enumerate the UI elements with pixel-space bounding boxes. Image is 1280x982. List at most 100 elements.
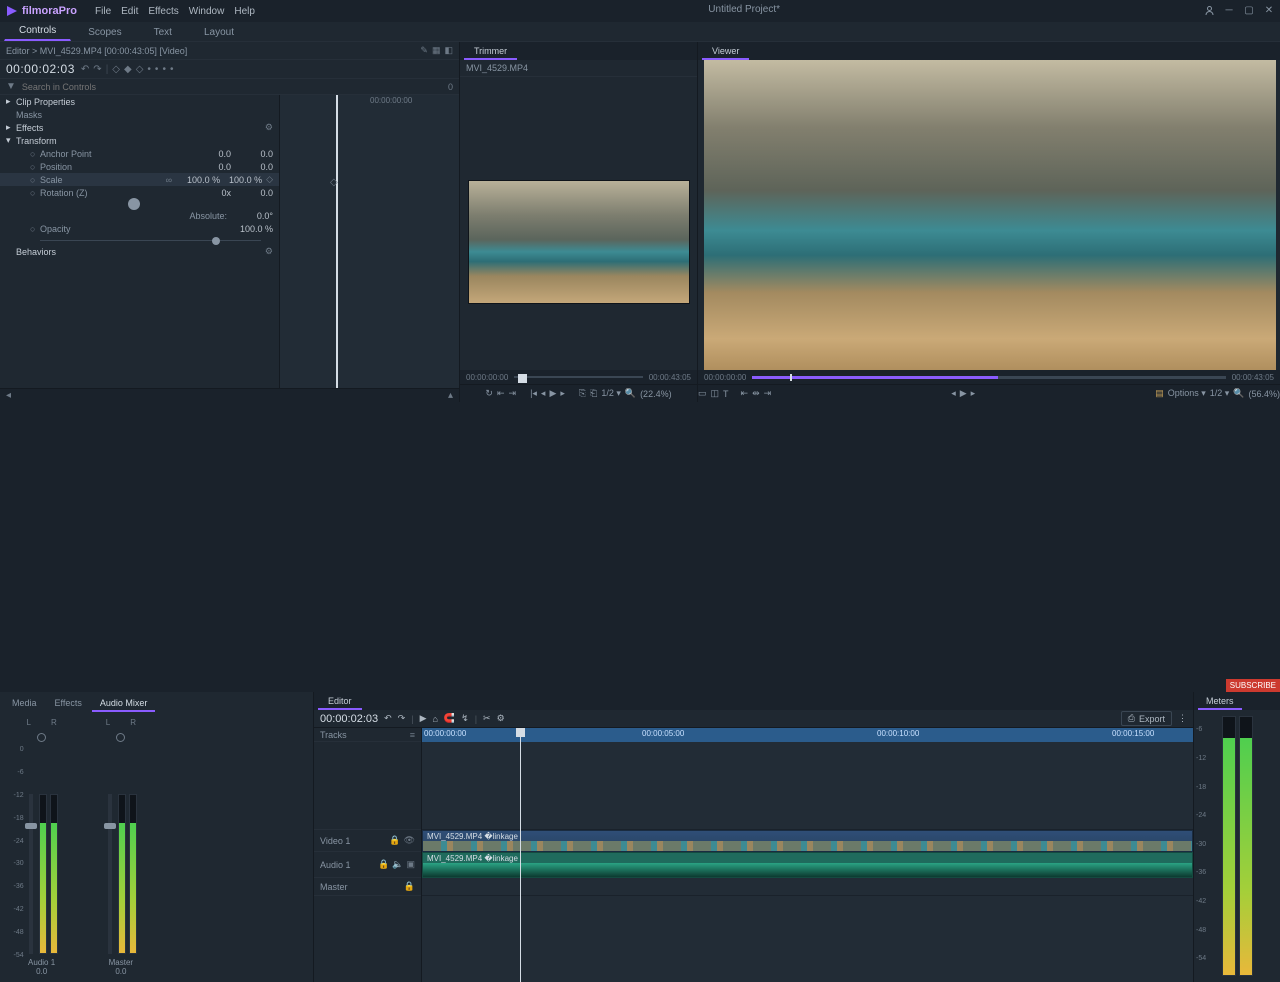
- kf-dot4-icon[interactable]: •: [170, 64, 174, 75]
- viewer-step-fwd-icon[interactable]: ▸: [971, 388, 976, 399]
- undo-icon[interactable]: ↶: [81, 64, 89, 75]
- editor-undo-icon[interactable]: ↶: [384, 713, 392, 724]
- kf-dot2-icon[interactable]: •: [155, 64, 159, 75]
- ch2-fader[interactable]: [108, 794, 112, 954]
- keyframe-playhead[interactable]: [336, 95, 338, 388]
- kf-next-icon[interactable]: ◇: [136, 64, 144, 75]
- link-icon[interactable]: ↯: [461, 713, 469, 724]
- filter-icon[interactable]: ▼: [6, 81, 16, 92]
- scale-kf-diamond-icon[interactable]: ◇: [266, 174, 273, 185]
- kf-dot3-icon[interactable]: •: [162, 64, 166, 75]
- user-icon[interactable]: [1202, 3, 1216, 17]
- ch1-pan-knob[interactable]: [37, 733, 46, 742]
- prop-anchor-x[interactable]: 0.0: [189, 149, 231, 159]
- maximize-icon[interactable]: ▢: [1242, 3, 1256, 17]
- scale-keyframe-marker[interactable]: ◇: [330, 177, 338, 188]
- redo-icon[interactable]: ↷: [93, 64, 101, 75]
- audio1-lock-icon[interactable]: 🔒: [378, 859, 389, 870]
- viewer-scrubber[interactable]: [752, 376, 1225, 379]
- editor-home-icon[interactable]: ⌂: [432, 714, 437, 724]
- kf-add-icon[interactable]: ◆: [124, 64, 132, 75]
- controls-timecode[interactable]: 00:00:02:03: [6, 62, 75, 76]
- audio1-solo-icon[interactable]: ▣: [406, 859, 415, 870]
- editor-timecode[interactable]: 00:00:02:03: [320, 713, 378, 725]
- viewer-scale-select[interactable]: 1/2 ▾: [1210, 388, 1230, 399]
- editor-gear-icon[interactable]: ⚙: [497, 713, 505, 724]
- step-fwd-icon[interactable]: ▸: [560, 388, 565, 399]
- tab-layout[interactable]: Layout: [189, 23, 249, 41]
- razor-icon[interactable]: ✂: [483, 713, 491, 724]
- menu-window[interactable]: Window: [189, 6, 225, 17]
- tab-editor[interactable]: Editor: [318, 694, 362, 710]
- tab-trimmer[interactable]: Trimmer: [464, 44, 517, 60]
- kf-dot-icon[interactable]: •: [147, 64, 151, 75]
- kf-scale-icon[interactable]: ○: [30, 175, 40, 185]
- kf-rotation-icon[interactable]: ○: [30, 188, 40, 198]
- viewer-frame[interactable]: [704, 60, 1276, 370]
- tab-effects2[interactable]: Effects: [47, 696, 90, 712]
- tab-controls[interactable]: Controls: [4, 21, 71, 41]
- ch1-fader[interactable]: [29, 794, 33, 954]
- audio-clip[interactable]: MVI_4529.MP4 �linkage: [422, 852, 1193, 878]
- prop-scale-x[interactable]: 100.0 %: [178, 175, 220, 185]
- prop-anchor-y[interactable]: 0.0: [231, 149, 273, 159]
- prop-opacity-value[interactable]: 100.0 %: [189, 224, 273, 234]
- prop-position-y[interactable]: 0.0: [231, 162, 273, 172]
- tab-audio-mixer[interactable]: Audio Mixer: [92, 696, 156, 712]
- editor-play-icon[interactable]: ▶: [420, 713, 427, 724]
- prop-position-x[interactable]: 0.0: [189, 162, 231, 172]
- prop-scale-y[interactable]: 100.0 %: [220, 175, 262, 185]
- minimize-icon[interactable]: ─: [1222, 3, 1236, 17]
- trimmer-scale-select[interactable]: 1/2 ▾: [601, 388, 621, 399]
- kf-opacity-icon[interactable]: ○: [30, 224, 40, 234]
- viewer-select-icon[interactable]: ▭: [698, 388, 707, 399]
- trimmer-preview[interactable]: [460, 77, 697, 370]
- editor-redo-icon[interactable]: ↷: [398, 713, 406, 724]
- ch2-value[interactable]: 0.0: [115, 967, 126, 976]
- footer-left-handle-icon[interactable]: ◂: [6, 390, 11, 401]
- viewer-mark-out-icon[interactable]: ⇥: [764, 388, 772, 399]
- video1-lock-icon[interactable]: 🔒: [389, 835, 400, 846]
- timeline-ruler[interactable]: 00:00:00:00 00:00:05:00 00:00:10:00 00:0…: [422, 728, 1193, 742]
- footer-right-handle-icon[interactable]: ▴: [448, 390, 453, 401]
- menu-effects[interactable]: Effects: [148, 6, 178, 17]
- tab-media[interactable]: Media: [4, 696, 45, 712]
- timeline-playhead[interactable]: [520, 728, 521, 982]
- subscribe-badge[interactable]: SUBSCRIBE: [1226, 679, 1280, 692]
- trimmer-zoom-icon[interactable]: 🔍: [625, 388, 636, 399]
- kf-prev-icon[interactable]: ◇: [112, 64, 120, 75]
- step-back-icon[interactable]: ◂: [541, 388, 546, 399]
- audio1-mute-icon[interactable]: 🔈: [392, 859, 403, 870]
- tab-scopes[interactable]: Scopes: [73, 23, 136, 41]
- edit-mode-icon[interactable]: ✎: [420, 45, 428, 56]
- kf-position-icon[interactable]: ○: [30, 162, 40, 172]
- viewer-crop-icon[interactable]: ◫: [711, 388, 720, 399]
- insert-icon[interactable]: ⎘: [579, 388, 586, 399]
- close-icon[interactable]: ✕: [1262, 3, 1276, 17]
- timeline-area[interactable]: 00:00:00:00 00:00:05:00 00:00:10:00 00:0…: [422, 728, 1193, 982]
- prop-rotation-deg[interactable]: 0.0: [231, 188, 273, 198]
- play-icon[interactable]: ▶: [549, 388, 556, 399]
- effects-gear-icon[interactable]: ⚙: [265, 122, 273, 133]
- video1-eye-icon[interactable]: 👁: [404, 835, 415, 846]
- prop-rotation-turns[interactable]: 0x: [189, 188, 231, 198]
- rotation-dial[interactable]: [40, 200, 261, 208]
- export-button[interactable]: ⎙ Export: [1121, 711, 1172, 726]
- viewer-zoom-icon[interactable]: 🔍: [1233, 388, 1244, 399]
- scale-link-icon[interactable]: ∞: [166, 175, 172, 185]
- viewer-step-back-icon[interactable]: ◂: [951, 388, 956, 399]
- ch2-pan-knob[interactable]: [116, 733, 125, 742]
- video-clip[interactable]: MVI_4529.MP4 �linkage: [422, 830, 1193, 852]
- panel-toggle-icon[interactable]: ◧: [444, 45, 453, 56]
- section-clip-properties[interactable]: Clip Properties: [16, 97, 75, 107]
- menu-file[interactable]: File: [95, 6, 111, 17]
- ch1-value[interactable]: 0.0: [36, 967, 47, 976]
- overwrite-icon[interactable]: ⎗: [590, 388, 597, 399]
- keyframe-timeline[interactable]: 00:00:00:00 ◇: [280, 95, 459, 388]
- trimmer-scrubber[interactable]: [514, 376, 642, 378]
- tracks-menu-icon[interactable]: ≡: [410, 730, 415, 740]
- viewer-mark-in-icon[interactable]: ⇤: [741, 388, 749, 399]
- loop-icon[interactable]: ↻: [485, 388, 493, 399]
- goto-start-icon[interactable]: |◂: [530, 388, 537, 399]
- section-effects[interactable]: Effects: [16, 123, 43, 133]
